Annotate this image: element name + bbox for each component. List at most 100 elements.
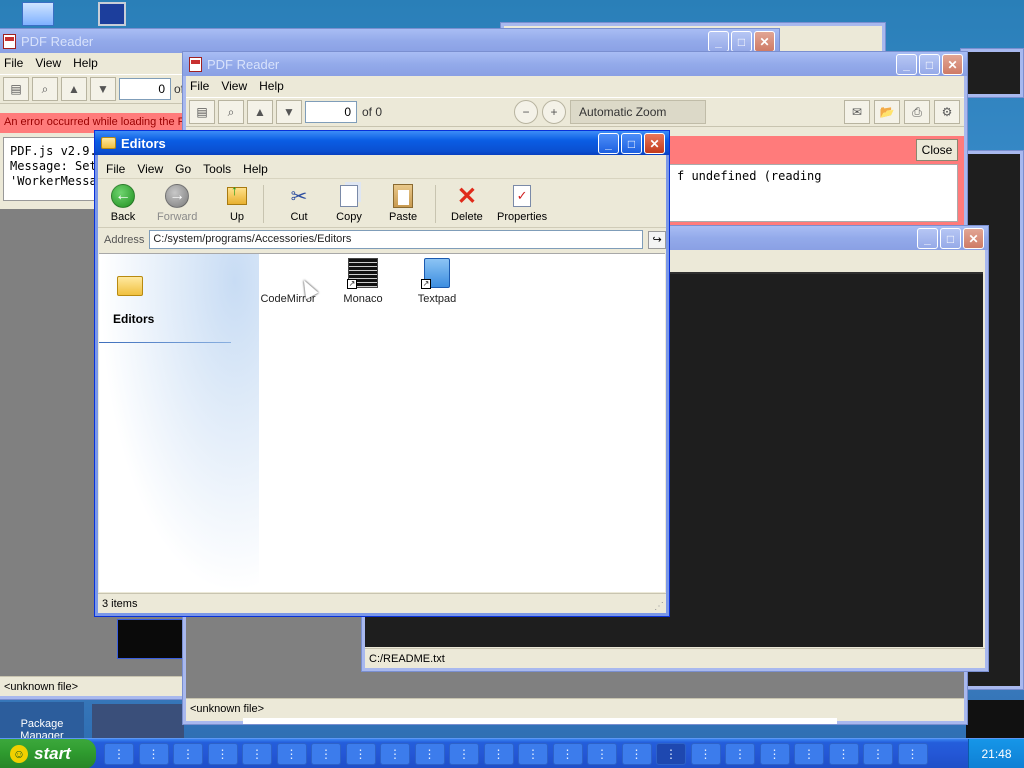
monitor-desktop-icon[interactable] [98, 2, 126, 26]
taskbar-button[interactable]: ⋮ [759, 743, 790, 765]
file-label: Monaco [343, 293, 383, 305]
cut-button[interactable]: ✂ Cut [285, 183, 313, 224]
copy-button[interactable]: Copy [335, 183, 363, 223]
menu-view[interactable]: View [217, 79, 255, 93]
taskbar-button[interactable]: ⋮ [242, 743, 272, 765]
taskbar-button[interactable]: ⋮ [794, 743, 824, 765]
properties-button[interactable]: ✓ Properties [497, 183, 547, 223]
titlebar[interactable]: PDF Reader [183, 52, 967, 76]
close-error-button[interactable]: Close [916, 139, 958, 161]
taskbar-button[interactable]: ⋮ [725, 743, 755, 765]
sidebar-toggle-icon[interactable]: ▤ [189, 100, 215, 124]
taskbar-button[interactable]: ⋮ [587, 743, 617, 765]
page-number-input[interactable]: 0 [119, 78, 171, 100]
forward-button[interactable]: → Forward [157, 183, 197, 223]
zoom-in-icon[interactable]: + [542, 100, 566, 124]
taskbar-button[interactable]: ⋮ [863, 743, 893, 765]
minimize-button[interactable]: _ [598, 133, 619, 154]
toolbar-separator [435, 185, 436, 223]
maximize-button[interactable]: □ [940, 228, 961, 249]
zoom-select[interactable]: Automatic Zoom [570, 100, 706, 124]
next-page-icon[interactable]: ▼ [276, 100, 302, 124]
previous-page-icon[interactable]: ▲ [247, 100, 273, 124]
back-arrow-icon: ← [111, 184, 135, 208]
back-button[interactable]: ← Back [109, 183, 137, 223]
file-item-textpad[interactable]: ↗ Textpad [407, 258, 467, 305]
taskbar-button[interactable]: ⋮ [656, 743, 686, 765]
menu-file[interactable]: File [186, 79, 217, 93]
menu-view[interactable]: View [31, 56, 69, 70]
comment-icon[interactable]: ✉ [844, 100, 870, 124]
window-title: Editors [121, 135, 166, 151]
menu-go[interactable]: Go [171, 162, 199, 176]
background-dark-panel [966, 700, 1024, 738]
maximize-button[interactable]: □ [919, 54, 940, 75]
page-number-input[interactable]: 0 [305, 101, 357, 123]
taskbar-button[interactable]: ⋮ [690, 743, 721, 765]
status-text: C:/README.txt [369, 652, 445, 665]
close-button[interactable]: ✕ [942, 54, 963, 75]
taskbar-button[interactable]: ⋮ [621, 743, 652, 765]
taskbar-button[interactable]: ⋮ [552, 743, 583, 765]
close-button[interactable]: ✕ [754, 31, 775, 52]
close-button[interactable]: ✕ [644, 133, 665, 154]
menu-help[interactable]: Help [69, 56, 106, 70]
taskbar-button[interactable]: ⋮ [828, 743, 859, 765]
taskbar-button[interactable]: ⋮ [897, 743, 928, 765]
taskbar-button[interactable]: ⋮ [345, 743, 376, 765]
resize-grip-icon[interactable]: ⋰ [654, 601, 664, 612]
taskbar-button[interactable]: ⋮ [483, 743, 514, 765]
minimize-button[interactable]: _ [896, 54, 917, 75]
print-icon[interactable]: ⎙ [904, 100, 930, 124]
find-icon[interactable]: ⌕ [218, 100, 244, 124]
go-arrow-icon[interactable]: ↪ [648, 230, 666, 249]
taskbar-button[interactable]: ⋮ [414, 743, 445, 765]
file-view: Editors CodeMirror ↗ Monaco ↗ Textpad [99, 253, 665, 592]
taskbar-button[interactable]: ⋮ [173, 743, 203, 765]
titlebar[interactable]: PDF Reader [0, 29, 779, 53]
next-page-icon[interactable]: ▼ [90, 77, 116, 101]
menu-view[interactable]: View [133, 162, 171, 176]
menu-tools[interactable]: Tools [199, 162, 239, 176]
address-input[interactable]: C:/system/programs/Accessories/Editors [149, 230, 644, 249]
background-window-2 [960, 48, 1024, 98]
maximize-button[interactable]: □ [621, 133, 642, 154]
previous-page-icon[interactable]: ▲ [61, 77, 87, 101]
minimize-button[interactable]: _ [708, 31, 729, 52]
sidebar-gradient [99, 254, 259, 592]
package-manager-desktop-item[interactable]: Package Manager [0, 702, 84, 742]
close-button[interactable]: ✕ [963, 228, 984, 249]
menu-file[interactable]: File [0, 56, 31, 70]
menu-help[interactable]: Help [239, 162, 276, 176]
minimize-button[interactable]: _ [917, 228, 938, 249]
zoom-out-icon[interactable]: − [514, 100, 538, 124]
find-icon[interactable]: ⌕ [32, 77, 58, 101]
taskbar-button[interactable]: ⋮ [449, 743, 479, 765]
computer-desktop-icon[interactable] [22, 2, 54, 26]
taskbar-button[interactable]: ⋮ [138, 743, 169, 765]
taskbar-button[interactable]: ⋮ [104, 743, 134, 765]
file-item-monaco[interactable]: ↗ Monaco [333, 258, 393, 305]
address-bar: Address C:/system/programs/Accessories/E… [98, 227, 666, 251]
maximize-button[interactable]: □ [731, 31, 752, 52]
up-button[interactable]: ↑ Up [223, 182, 251, 223]
taskbar-button[interactable]: ⋮ [380, 743, 410, 765]
taskbar-button[interactable]: ⋮ [518, 743, 548, 765]
open-file-icon[interactable]: 📂 [874, 100, 900, 124]
clock[interactable]: 21:48 [981, 747, 1011, 761]
delete-button[interactable]: ✕ Delete [451, 183, 483, 224]
status-bar: 3 items ⋰ [98, 593, 666, 613]
page-count: of 0 [362, 105, 383, 119]
scissors-icon: ✂ [290, 185, 308, 208]
status-text: <unknown file> [4, 680, 78, 693]
sidebar-toggle-icon[interactable]: ▤ [3, 77, 29, 101]
taskbar-button[interactable]: ⋮ [207, 743, 238, 765]
paste-button[interactable]: Paste [389, 183, 417, 223]
tools-icon[interactable]: ⚙ [934, 100, 960, 124]
menu-file[interactable]: File [98, 162, 133, 176]
taskbar-button[interactable]: ⋮ [311, 743, 341, 765]
titlebar[interactable]: Editors [95, 131, 669, 155]
menu-help[interactable]: Help [255, 79, 292, 93]
taskbar-button[interactable]: ⋮ [276, 743, 307, 765]
start-button[interactable]: ☺ start [0, 739, 96, 768]
